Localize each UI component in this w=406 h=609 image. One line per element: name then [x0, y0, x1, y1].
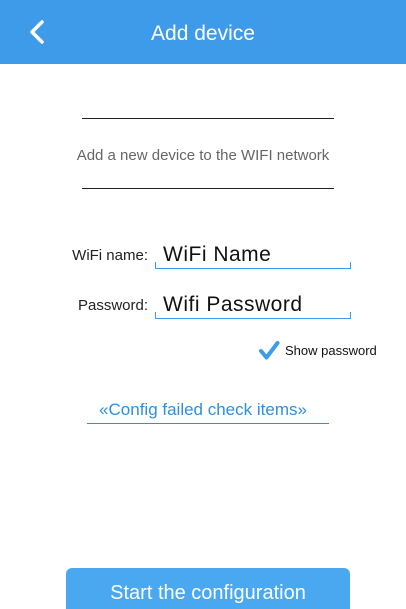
show-password-toggle[interactable]: Show password [258, 340, 377, 362]
wifi-name-tick-left [155, 262, 156, 268]
config-failed-link-underline [87, 423, 329, 424]
password-tick-left [155, 312, 156, 318]
wifi-name-input[interactable] [155, 242, 351, 268]
checkmark-icon [259, 341, 280, 360]
divider-bottom [82, 188, 334, 189]
header-bar: Add device [0, 0, 406, 64]
show-password-checkbox[interactable] [258, 340, 280, 362]
subtitle-text: Add a new device to the WIFI network [76, 147, 330, 164]
password-input[interactable] [155, 292, 351, 318]
page-title: Add device [151, 22, 255, 45]
show-password-label: Show password [285, 343, 377, 358]
start-configuration-button[interactable]: Start the configuration [66, 568, 350, 609]
password-underline [155, 318, 351, 319]
add-device-screen: Add device Add a new device to the WIFI … [0, 0, 406, 609]
password-label: Password: [77, 297, 148, 314]
password-tick-right [350, 312, 351, 318]
wifi-name-tick-right [350, 262, 351, 268]
wifi-name-label: WiFi name: [72, 247, 148, 264]
wifi-name-underline [155, 268, 351, 269]
divider-top [82, 118, 334, 119]
config-failed-link[interactable]: «Config failed check items» [0, 400, 406, 420]
